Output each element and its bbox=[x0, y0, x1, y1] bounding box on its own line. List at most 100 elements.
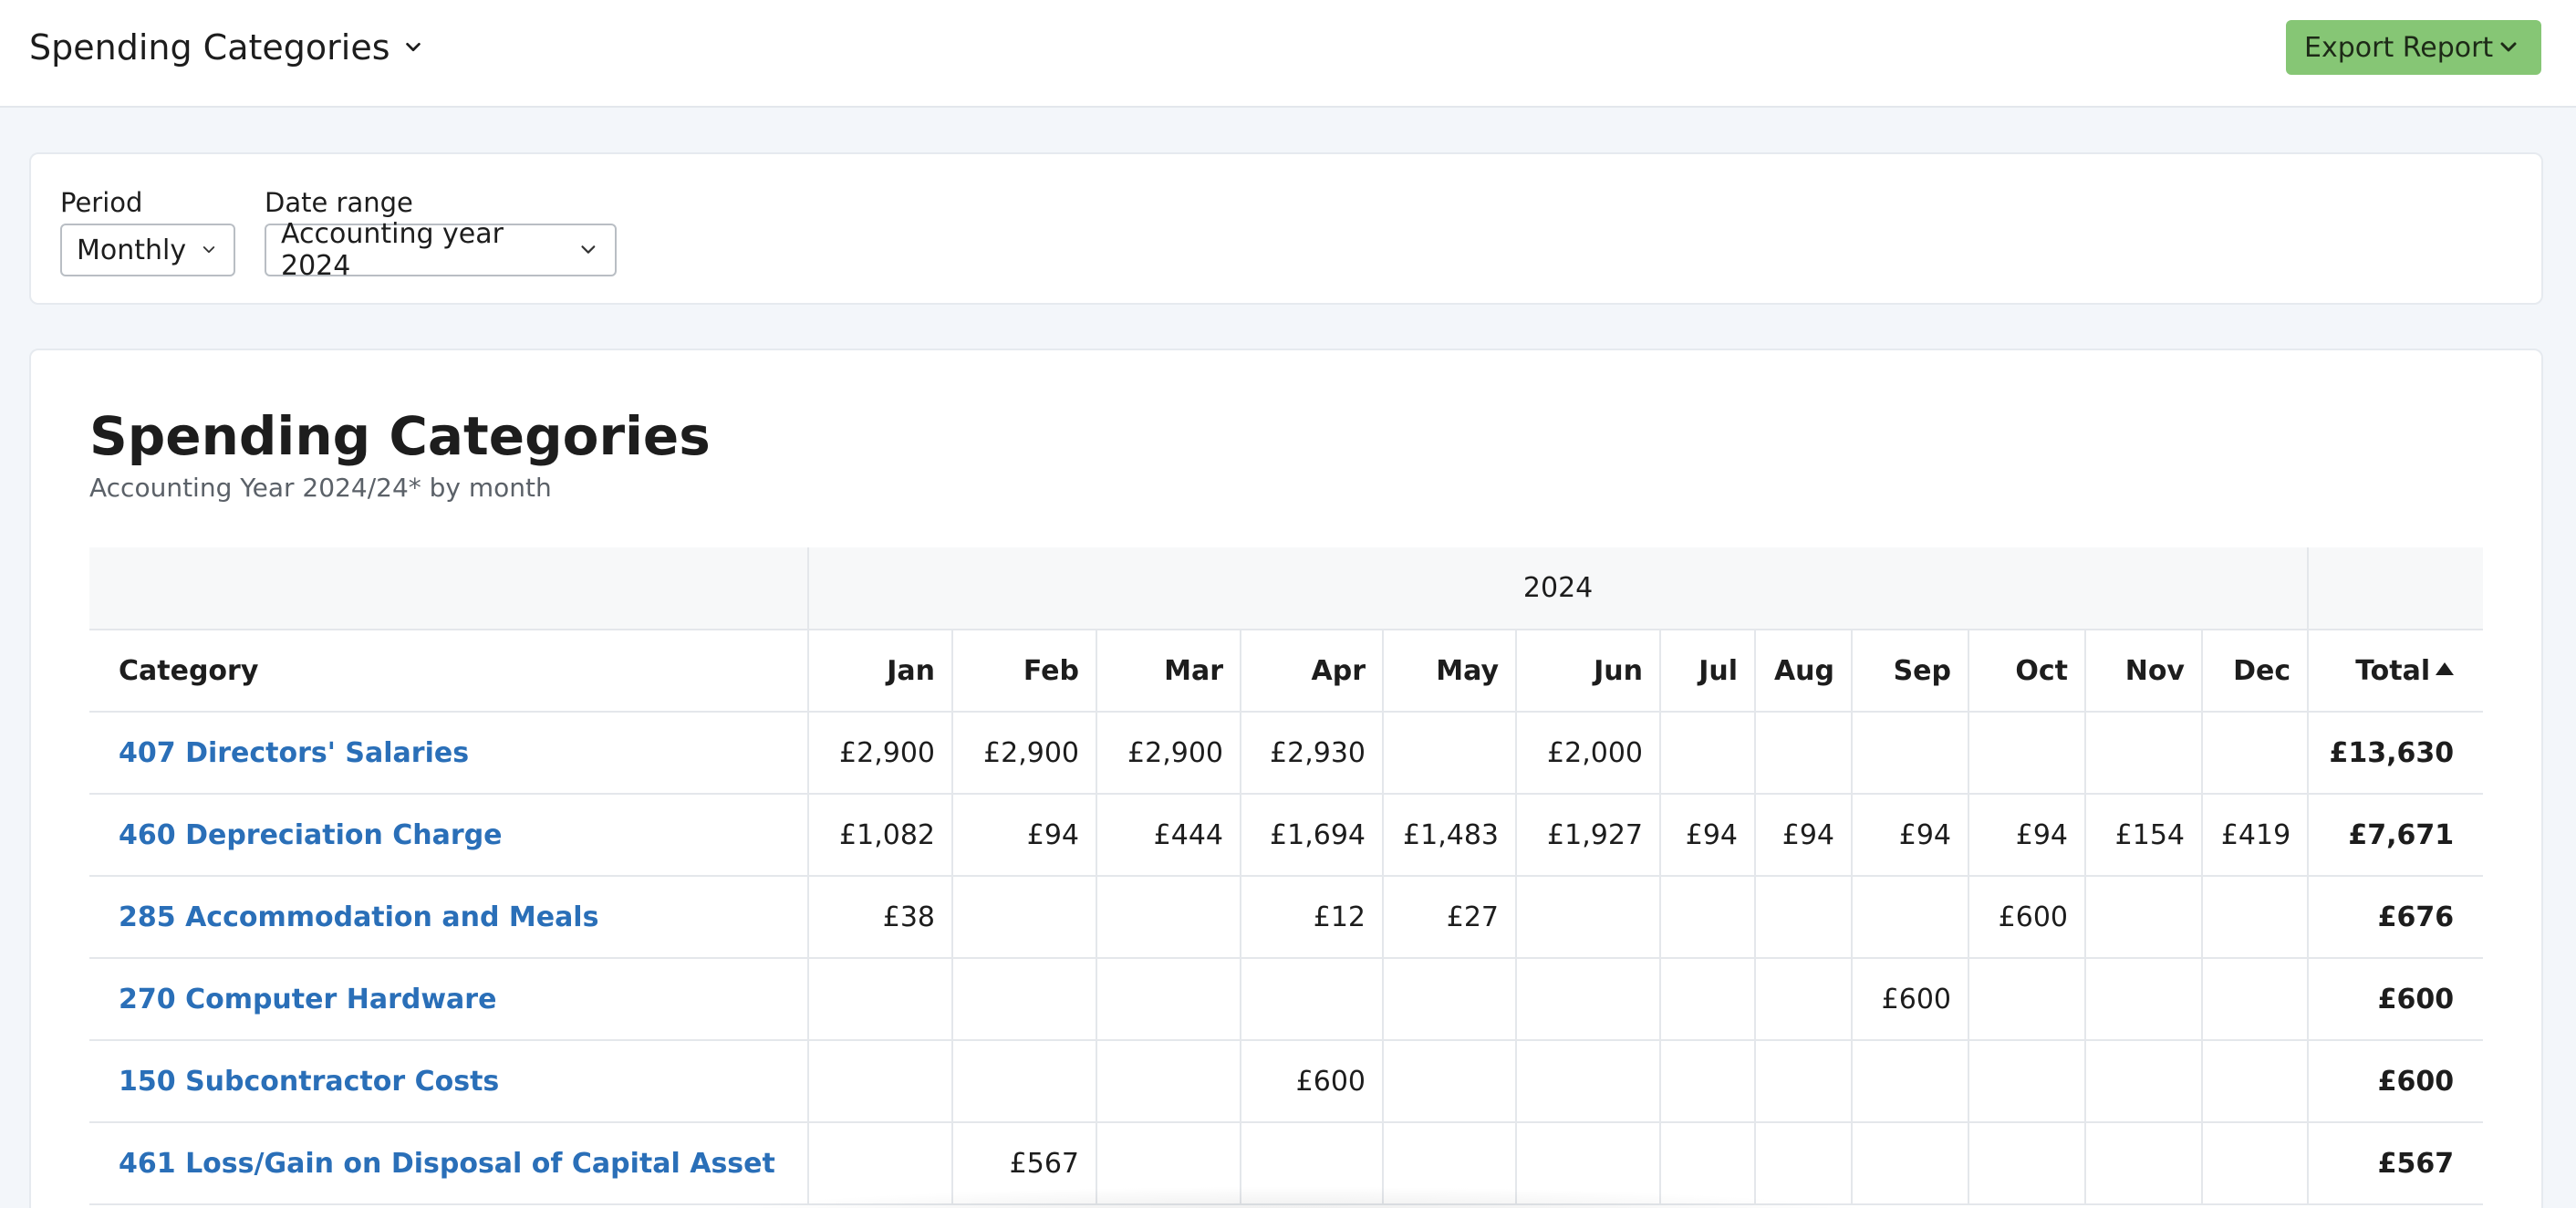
category-cell: 460 Depreciation Charge bbox=[89, 794, 808, 877]
month-value-cell bbox=[2200, 1040, 2309, 1123]
month-value-cell bbox=[1382, 712, 1516, 795]
month-value-cell bbox=[1382, 958, 1516, 1041]
column-header-category[interactable]: Category bbox=[89, 630, 808, 713]
month-value-cell bbox=[1968, 1122, 2085, 1205]
column-header-apr[interactable]: Apr bbox=[1240, 630, 1383, 713]
month-value-cell: £567 bbox=[951, 1122, 1096, 1205]
month-value-cell bbox=[1968, 958, 2085, 1041]
month-value-cell: £1,082 bbox=[807, 794, 952, 877]
month-value-cell bbox=[1240, 1122, 1383, 1205]
month-value-cell bbox=[1515, 1122, 1660, 1205]
column-header-oct[interactable]: Oct bbox=[1968, 630, 2085, 713]
month-value-cell bbox=[1754, 876, 1852, 959]
total-value-cell: £600 bbox=[2307, 958, 2484, 1041]
category-cell: 461 Loss/Gain on Disposal of Capital Ass… bbox=[89, 1122, 808, 1205]
column-header-jun[interactable]: Jun bbox=[1515, 630, 1660, 713]
table-body: 407 Directors' Salaries £2,900 £2,900 £2,90… bbox=[89, 712, 2484, 1205]
month-value-cell: £2,900 bbox=[1096, 712, 1241, 795]
month-value-cell: £1,694 bbox=[1240, 794, 1383, 877]
category-link[interactable]: 461 Loss/Gain on Disposal of Capital Ass… bbox=[119, 1148, 775, 1180]
month-value-cell: £27 bbox=[1382, 876, 1516, 959]
column-header-may[interactable]: May bbox=[1382, 630, 1516, 713]
column-header-mar[interactable]: Mar bbox=[1096, 630, 1241, 713]
month-value-cell bbox=[2084, 712, 2202, 795]
month-value-cell: £2,900 bbox=[951, 712, 1096, 795]
month-value-cell: £94 bbox=[1754, 794, 1852, 877]
period-select[interactable]: Monthly bbox=[60, 224, 235, 276]
column-header-feb[interactable]: Feb bbox=[951, 630, 1096, 713]
month-value-cell bbox=[807, 958, 952, 1041]
month-value-cell bbox=[1659, 958, 1755, 1041]
category-link[interactable]: 285 Accommodation and Meals bbox=[119, 901, 598, 933]
category-cell: 407 Directors' Salaries bbox=[89, 712, 808, 795]
column-header-jan[interactable]: Jan bbox=[807, 630, 952, 713]
spending-table: 2024 Category Jan Feb Mar Apr May Jun Jul Aug Se… bbox=[89, 547, 2484, 1205]
month-value-cell bbox=[1382, 1040, 1516, 1123]
chevron-down-icon bbox=[2500, 42, 2517, 52]
month-value-cell: £94 bbox=[1851, 794, 1968, 877]
month-value-cell bbox=[1754, 1040, 1852, 1123]
month-value-cell: £154 bbox=[2084, 794, 2202, 877]
month-value-cell: £94 bbox=[1968, 794, 2085, 877]
chevron-down-icon bbox=[405, 42, 421, 52]
month-value-cell bbox=[2200, 712, 2309, 795]
month-value-cell bbox=[1659, 1122, 1755, 1205]
total-value-cell: £13,630 bbox=[2307, 712, 2484, 795]
table-row: 407 Directors' Salaries £2,900 £2,900 £2,90… bbox=[89, 712, 2484, 795]
month-value-cell bbox=[807, 1122, 952, 1205]
column-header-total-label: Total bbox=[2355, 654, 2431, 687]
month-value-cell bbox=[1851, 712, 1968, 795]
column-header-total[interactable]: Total bbox=[2307, 630, 2484, 713]
top-bar: Spending Categories Export Report bbox=[0, 0, 2576, 108]
column-header-dec[interactable]: Dec bbox=[2200, 630, 2309, 713]
month-value-cell: £419 bbox=[2200, 794, 2309, 877]
month-value-cell: £2,900 bbox=[807, 712, 952, 795]
date-range-filter: Date range Accounting year 2024 bbox=[265, 187, 617, 282]
sort-ascending-icon bbox=[2436, 662, 2455, 675]
month-value-cell: £12 bbox=[1240, 876, 1383, 959]
column-header-nov[interactable]: Nov bbox=[2084, 630, 2202, 713]
table-row: 270 Computer Hardware £600 £600 bbox=[89, 958, 2484, 1041]
month-value-cell bbox=[1851, 1122, 1968, 1205]
month-value-cell bbox=[1096, 1122, 1241, 1205]
total-value-cell: £600 bbox=[2307, 1040, 2484, 1123]
date-range-label: Date range bbox=[265, 187, 413, 218]
column-header-aug[interactable]: Aug bbox=[1754, 630, 1852, 713]
category-link[interactable]: 407 Directors' Salaries bbox=[119, 737, 469, 769]
month-value-cell bbox=[2200, 876, 2309, 959]
month-value-cell bbox=[951, 1040, 1096, 1123]
month-value-cell bbox=[951, 876, 1096, 959]
export-report-button[interactable]: Export Report bbox=[2286, 20, 2541, 75]
month-value-cell bbox=[1968, 1040, 2085, 1123]
category-link[interactable]: 150 Subcontractor Costs bbox=[119, 1066, 499, 1098]
date-range-select[interactable]: Accounting year 2024 bbox=[265, 218, 617, 282]
chevron-down-icon bbox=[581, 245, 596, 254]
period-value: Monthly bbox=[77, 234, 187, 266]
month-value-cell bbox=[1851, 1040, 1968, 1123]
month-value-cell: £2,000 bbox=[1515, 712, 1660, 795]
category-cell: 285 Accommodation and Meals bbox=[89, 876, 808, 959]
page-title-dropdown[interactable]: Spending Categories bbox=[29, 27, 423, 68]
category-cell: 150 Subcontractor Costs bbox=[89, 1040, 808, 1123]
month-value-cell: £94 bbox=[951, 794, 1096, 877]
month-value-cell: £2,930 bbox=[1240, 712, 1383, 795]
month-value-cell bbox=[951, 958, 1096, 1041]
month-value-cell bbox=[1096, 876, 1241, 959]
month-value-cell: £600 bbox=[1851, 958, 1968, 1041]
year-header-total-spacer bbox=[2307, 547, 2484, 630]
category-link[interactable]: 460 Depreciation Charge bbox=[119, 819, 503, 851]
month-value-cell: £94 bbox=[1659, 794, 1755, 877]
category-link[interactable]: 270 Computer Hardware bbox=[119, 984, 496, 1015]
column-header-sep[interactable]: Sep bbox=[1851, 630, 1968, 713]
filters-panel: Period Monthly Date range Accounting yea… bbox=[29, 152, 2543, 305]
month-value-cell: £444 bbox=[1096, 794, 1241, 877]
column-header-jul[interactable]: Jul bbox=[1659, 630, 1755, 713]
period-filter: Period Monthly bbox=[60, 187, 235, 276]
month-value-cell: £1,483 bbox=[1382, 794, 1516, 877]
table-row: 285 Accommodation and Meals £38 £12 £27 £600… bbox=[89, 876, 2484, 959]
table-row: 150 Subcontractor Costs £600 £600 bbox=[89, 1040, 2484, 1123]
month-value-cell bbox=[1754, 1122, 1852, 1205]
period-label: Period bbox=[60, 187, 143, 218]
table-row: 460 Depreciation Charge £1,082 £94 £444 £1,6… bbox=[89, 794, 2484, 877]
month-value-cell bbox=[1240, 958, 1383, 1041]
